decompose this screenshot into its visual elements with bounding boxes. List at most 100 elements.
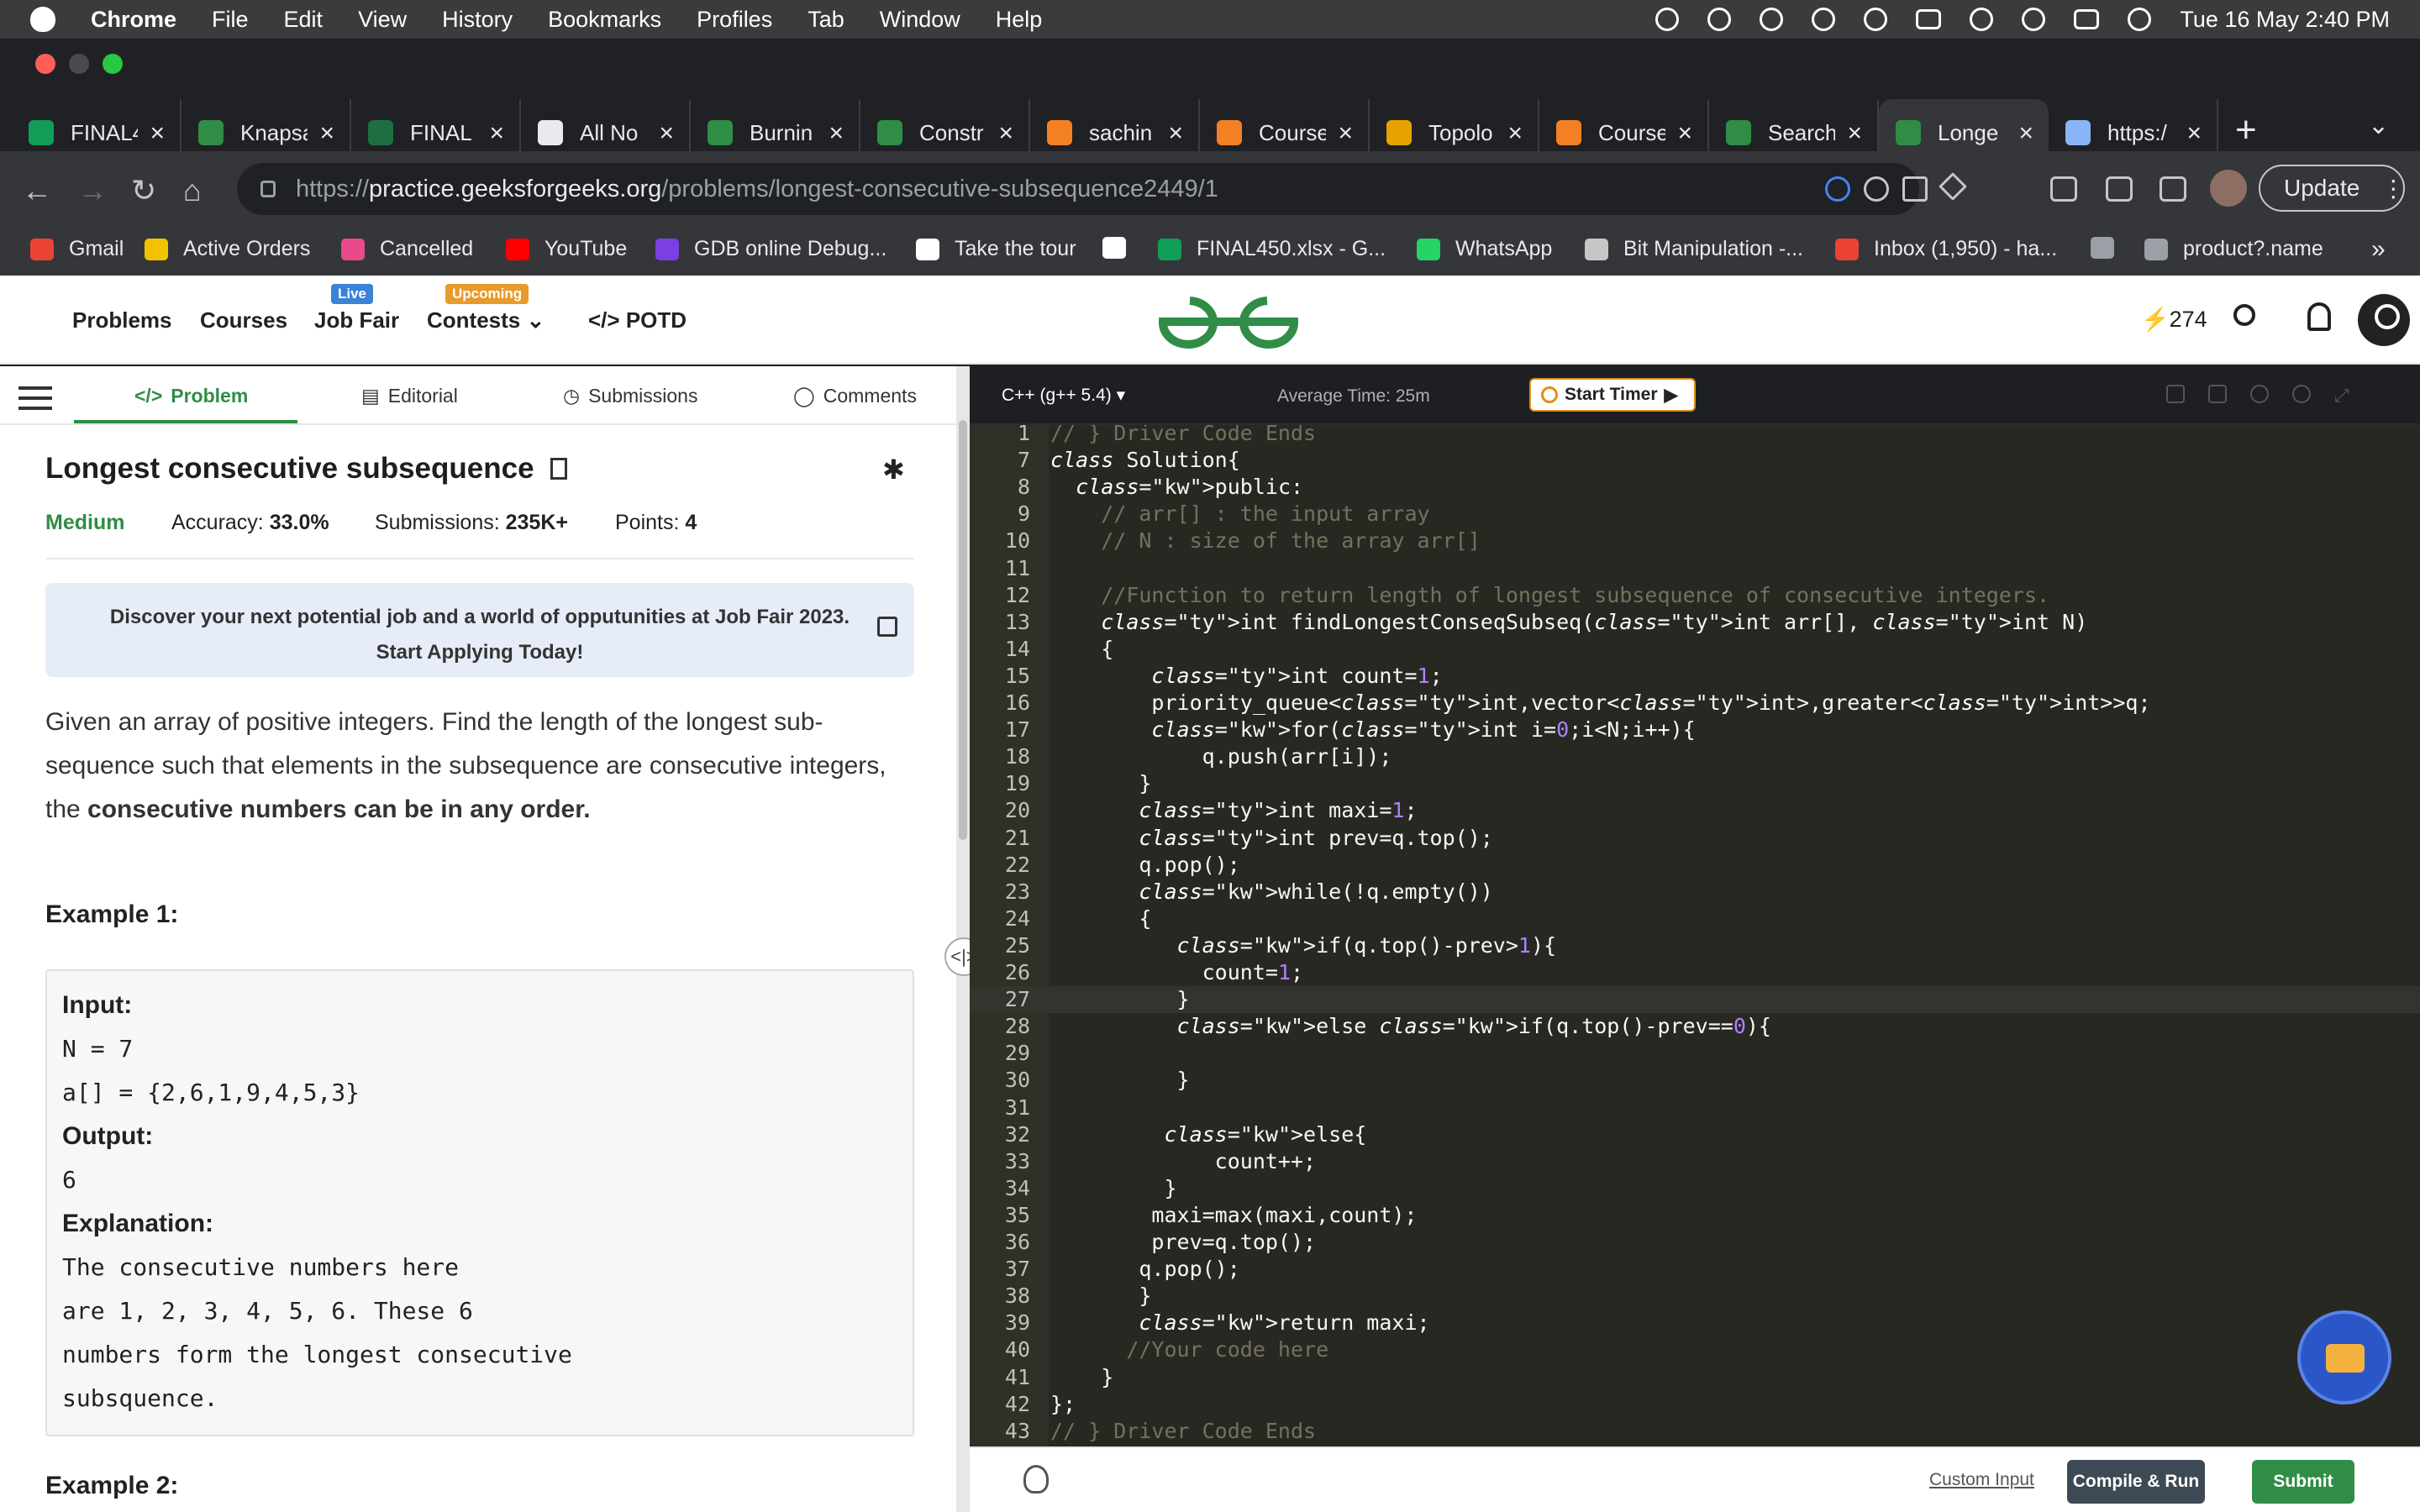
home-icon[interactable]: ⌂ [183, 173, 202, 208]
code-line[interactable]: 9 // arr[] : the input array [970, 501, 2420, 528]
menu-clock[interactable]: Tue 16 May 2:40 PM [2180, 7, 2390, 33]
tab-search-chevron-icon[interactable]: ⌄ [2368, 111, 2389, 140]
bookmark-item[interactable]: Active Orders [145, 237, 310, 261]
code-line[interactable]: 39 class="kw">return maxi; [970, 1310, 2420, 1336]
minimize-window-button[interactable] [69, 54, 89, 74]
menu-bookmarks[interactable]: Bookmarks [548, 7, 661, 33]
profile-avatar[interactable] [2210, 170, 2247, 207]
close-window-button[interactable] [35, 54, 55, 74]
menu-tab[interactable]: Tab [808, 7, 844, 33]
close-tab-icon[interactable]: × [489, 119, 504, 148]
fullscreen-window-button[interactable] [103, 54, 123, 74]
side-panel-icon[interactable] [2160, 176, 2186, 202]
code-line[interactable]: 34 } [970, 1175, 2420, 1202]
menu-view[interactable]: View [358, 7, 407, 33]
external-link-icon[interactable] [877, 617, 897, 637]
tab-editorial[interactable]: ▤ Editorial [361, 385, 458, 407]
job-bag-icon[interactable] [2297, 1310, 2391, 1404]
bookmark-item[interactable]: Take the tour [916, 237, 1076, 261]
code-line[interactable]: 7 class Solution{ [970, 447, 2420, 474]
menu-app-name[interactable]: Chrome [91, 7, 176, 33]
close-tab-icon[interactable]: × [998, 119, 1013, 148]
zoom-icon[interactable] [1864, 176, 1889, 202]
bookmark-star-icon[interactable] [1939, 172, 1967, 201]
reload-icon[interactable]: ↻ [131, 173, 156, 208]
code-line[interactable]: 40 //Your code here [970, 1336, 2420, 1363]
forward-arrow-icon[interactable]: → [77, 173, 108, 208]
close-tab-icon[interactable]: × [2186, 119, 2202, 148]
code-line[interactable]: 30 } [970, 1067, 2420, 1094]
tab-submissions[interactable]: ◷ Submissions [563, 385, 697, 407]
close-tab-icon[interactable]: × [1677, 119, 1692, 148]
streak-counter[interactable]: ⚡274 [2141, 306, 2207, 333]
nav-contests[interactable]: Contests ⌄ [427, 307, 544, 333]
close-tab-icon[interactable]: × [2018, 119, 2033, 148]
code-line[interactable]: 33 count++; [970, 1148, 2420, 1175]
menu-window[interactable]: Window [880, 7, 960, 33]
menu-edit[interactable]: Edit [284, 7, 324, 33]
update-button[interactable]: Update ⋮ [2259, 165, 2405, 212]
code-line[interactable]: 25 class="kw">if(q.top()-prev>1){ [970, 932, 2420, 959]
creative-cloud-icon[interactable] [1707, 8, 1732, 31]
custom-input-link[interactable]: Custom Input [1929, 1470, 2034, 1490]
code-line[interactable]: 19 } [970, 770, 2420, 797]
nav-problems[interactable]: Problems [72, 307, 172, 333]
code-line[interactable]: 42}; [970, 1391, 2420, 1418]
kebab-menu-icon[interactable]: ⋮ [2381, 175, 2405, 202]
code-line[interactable]: 41 } [970, 1364, 2420, 1391]
status-app-icon[interactable] [1655, 8, 1680, 31]
more-bookmarks-icon[interactable]: » [2371, 235, 2386, 264]
apple-logo-icon[interactable] [30, 7, 55, 32]
code-line[interactable]: 15 class="ty">int count=1; [970, 663, 2420, 690]
code-line[interactable]: 11 [970, 555, 2420, 582]
control-center-icon[interactable] [2074, 9, 2100, 29]
siri-icon[interactable] [2128, 8, 2152, 31]
reset-icon[interactable] [2292, 385, 2311, 403]
close-tab-icon[interactable]: × [150, 119, 165, 148]
close-tab-icon[interactable]: × [1847, 119, 1862, 148]
bookmark-item[interactable] [2091, 237, 2129, 259]
code-line[interactable]: 17 class="kw">for(class="ty">int i=0;i<N… [970, 717, 2420, 743]
bookmark-item[interactable]: product?.name [2144, 237, 2323, 261]
media-controls-icon[interactable] [2106, 176, 2133, 202]
hamburger-menu-icon[interactable] [18, 386, 52, 410]
bookmark-item[interactable]: Bit Manipulation -... [1585, 237, 1803, 261]
code-line[interactable]: 12 //Function to return length of longes… [970, 582, 2420, 609]
close-tab-icon[interactable]: × [319, 119, 334, 148]
code-line[interactable]: 26 count=1; [970, 959, 2420, 986]
bell-icon[interactable] [2307, 302, 2331, 331]
code-line[interactable]: 38 } [970, 1283, 2420, 1310]
nav-job-fair[interactable]: Job Fair [314, 307, 399, 333]
close-tab-icon[interactable]: × [1338, 119, 1353, 148]
code-line[interactable]: 10 // N : size of the array arr[] [970, 528, 2420, 554]
nav-potd[interactable]: </> POTD [588, 307, 687, 333]
google-lens-icon[interactable] [1825, 176, 1850, 202]
code-line[interactable]: 14 { [970, 636, 2420, 663]
start-timer-button[interactable]: Start Timer ▶ [1529, 378, 1696, 412]
spotlight-search-icon[interactable] [2022, 8, 2046, 31]
code-line[interactable]: 29 [970, 1040, 2420, 1067]
code-line[interactable]: 1 // } Driver Code Ends [970, 425, 2420, 447]
code-line[interactable]: 37 q.pop(); [970, 1256, 2420, 1283]
code-line[interactable]: 8 class="kw">public: [970, 474, 2420, 501]
import-icon[interactable] [2208, 385, 2227, 403]
kangaroo-app-icon[interactable] [1760, 8, 1784, 31]
bluetooth-icon[interactable] [1864, 8, 1888, 31]
tab-problem[interactable]: </> Problem [134, 385, 248, 407]
close-tab-icon[interactable]: × [1507, 119, 1523, 148]
code-line[interactable]: 18 q.push(arr[i]); [970, 743, 2420, 770]
report-bug-icon[interactable]: ✱ [882, 454, 905, 486]
code-line[interactable]: 35 maxi=max(maxi,count); [970, 1202, 2420, 1229]
tab-comments[interactable]: ◯ Comments [793, 385, 917, 407]
close-tab-icon[interactable]: × [659, 119, 674, 148]
code-line[interactable]: 16 priority_queue<class="ty">int,vector<… [970, 690, 2420, 717]
code-line[interactable]: 23 class="kw">while(!q.empty()) [970, 879, 2420, 906]
address-bar[interactable]: https://practice.geeksforgeeks.org/probl… [237, 163, 1967, 215]
bookmark-item[interactable]: Cancelled [341, 237, 473, 261]
code-editor[interactable]: 1 // } Driver Code Ends 7 class Solution{8 … [970, 425, 2420, 1446]
search-icon[interactable] [2233, 304, 2255, 326]
bookmark-item[interactable]: Inbox (1,950) - ha... [1835, 237, 2057, 261]
wifi-icon[interactable] [1970, 8, 1994, 31]
job-fair-banner[interactable]: Discover your next potential job and a w… [45, 583, 914, 677]
play-icon[interactable] [1812, 8, 1836, 31]
